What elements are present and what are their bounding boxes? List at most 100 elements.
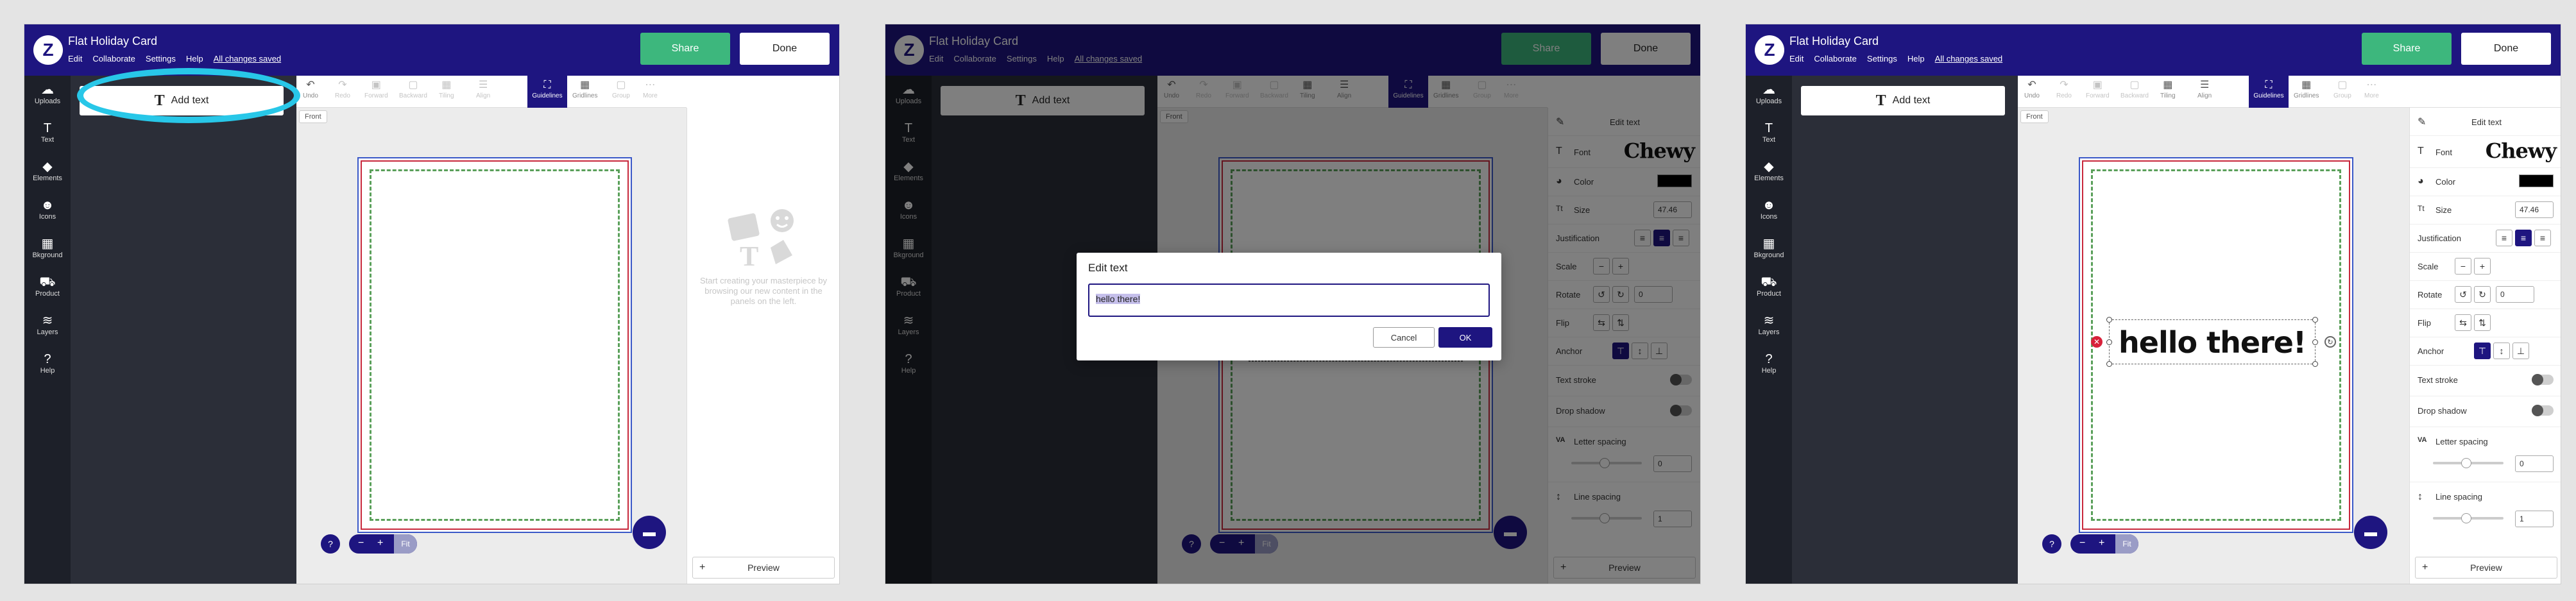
card-page[interactable]: hello there! ✕ ↻ [2082,160,2350,530]
front-tab[interactable]: Front [2020,110,2049,123]
rail-layers[interactable]: ≋Layers [24,313,71,336]
ok-button[interactable]: OK [1438,327,1492,348]
line-spacing-input[interactable]: 1 [2515,511,2554,527]
zoom-fit-button[interactable]: Fit [394,534,417,554]
rail-layers[interactable]: ≋Layers [1746,313,1792,336]
menu-settings[interactable]: Settings [146,54,176,63]
anchor-top-icon[interactable]: ⊤ [2474,343,2491,359]
menu-collaborate[interactable]: Collaborate [92,54,135,63]
zoom-out-button[interactable]: − [2079,538,2085,549]
group-button[interactable]: ▢ Group [2333,78,2351,99]
flip-vertical-icon[interactable]: ⇅ [2474,314,2491,331]
line-spacing-slider[interactable] [2433,513,2503,523]
zoom-in-button[interactable]: + [2099,538,2104,549]
resize-handle[interactable] [2312,361,2318,367]
tiling-button[interactable]: ▦ Tiling [2160,78,2176,99]
resize-handle[interactable] [2312,317,2318,323]
add-text-button[interactable]: T Add text [1801,86,2005,115]
backward-button[interactable]: ▢ Backward [2120,78,2149,99]
resize-handle[interactable] [2312,339,2318,345]
align-button[interactable]: ☰ Align [476,78,490,99]
rail-background[interactable]: ▦Bkground [1746,236,1792,259]
card-page[interactable] [361,160,629,530]
redo-button[interactable]: ↷ Redo [2056,78,2072,99]
font-value[interactable]: Chewy [2486,139,2557,163]
more-button[interactable]: ⋯ More [2364,78,2379,99]
justify-center-button[interactable]: ≡ [2515,230,2532,246]
letter-spacing-slider[interactable] [2433,458,2503,468]
menu-settings[interactable]: Settings [1867,54,1897,63]
edit-text-input[interactable]: hello there! [1088,284,1490,317]
gridlines-toggle[interactable]: ▦ Gridlines [572,78,597,99]
rotate-handle-icon[interactable]: ↻ [2324,336,2336,348]
resize-handle[interactable] [2106,361,2112,367]
justify-right-button[interactable]: ≡ [2534,230,2551,246]
undo-button[interactable]: ↶ Undo [2024,78,2040,99]
zoom-out-button[interactable]: − [358,538,364,549]
canvas-text[interactable]: hello there! [2110,325,2315,360]
rail-elements[interactable]: ◆Elements [1746,159,1792,182]
rail-icons[interactable]: ☻Icons [24,198,71,221]
color-swatch[interactable] [2519,174,2554,187]
chat-button[interactable]: ▬ [2354,516,2387,549]
rail-uploads[interactable]: ☁Uploads [24,82,71,105]
rail-icons[interactable]: ☻Icons [1746,198,1792,221]
rail-text[interactable]: TText [24,121,71,144]
anchor-middle-icon[interactable]: ↕ [2493,343,2510,359]
prop-font[interactable]: T Font Chewy [2410,136,2561,168]
share-button[interactable]: Share [2362,33,2452,65]
rail-elements[interactable]: ◆Elements [24,159,71,182]
menu-edit[interactable]: Edit [68,54,82,63]
letter-spacing-input[interactable]: 0 [2515,455,2554,472]
cancel-button[interactable]: Cancel [1373,327,1435,348]
rail-product[interactable]: ⛟Product [1746,275,1792,298]
rail-background[interactable]: ▦Bkground [24,236,71,259]
resize-handle[interactable] [2106,339,2112,345]
menu-collaborate[interactable]: Collaborate [1814,54,1857,63]
menu-edit[interactable]: Edit [1789,54,1804,63]
drop-shadow-toggle[interactable] [2532,405,2554,416]
preview-button[interactable]: + Preview [692,557,835,579]
rail-uploads[interactable]: ☁Uploads [1746,82,1792,105]
justify-left-button[interactable]: ≡ [2496,230,2512,246]
align-button[interactable]: ☰ Align [2197,78,2212,99]
forward-button[interactable]: ▣ Forward [2086,78,2110,99]
logo-icon[interactable]: Z [1755,35,1784,65]
forward-button[interactable]: ▣ Forward [364,78,388,99]
rail-text[interactable]: TText [1746,121,1792,144]
help-button[interactable]: ? [321,534,340,554]
logo-icon[interactable]: Z [33,35,63,65]
resize-handle[interactable] [2106,317,2112,323]
group-button[interactable]: ▢ Group [612,78,630,99]
share-button[interactable]: Share [640,33,730,65]
flip-horizontal-icon[interactable]: ⇆ [2455,314,2471,331]
menu-help[interactable]: Help [1907,54,1925,63]
done-button[interactable]: Done [2461,33,2551,65]
save-status-link[interactable]: All changes saved [1935,54,2003,63]
zoom-in-button[interactable]: + [377,538,383,549]
rotate-left-icon[interactable]: ↺ [2455,286,2471,303]
front-tab[interactable]: Front [299,110,327,123]
size-input[interactable]: 47.46 [2515,201,2554,218]
zoom-fit-button[interactable]: Fit [2115,534,2138,554]
rail-help[interactable]: ?Help [24,351,71,375]
preview-button[interactable]: + Preview [2415,557,2557,579]
scale-down-button[interactable]: − [2455,258,2471,275]
selected-text-box[interactable]: hello there! [2106,317,2318,367]
text-stroke-toggle[interactable] [2532,374,2554,385]
save-status-link[interactable]: All changes saved [214,54,282,63]
undo-button[interactable]: ↶ Undo [303,78,318,99]
rail-product[interactable]: ⛟Product [24,275,71,298]
more-button[interactable]: ⋯ More [643,78,658,99]
help-button[interactable]: ? [2042,534,2061,554]
guidelines-toggle[interactable]: ⛶ Guidelines [527,76,567,108]
rotate-right-icon[interactable]: ↻ [2474,286,2491,303]
scale-up-button[interactable]: + [2474,258,2491,275]
menu-help[interactable]: Help [186,54,203,63]
rotate-input[interactable]: 0 [2496,286,2534,303]
tiling-button[interactable]: ▦ Tiling [439,78,454,99]
prop-color[interactable]: ◕ Color [2410,168,2561,196]
anchor-bottom-icon[interactable]: ⊥ [2512,343,2529,359]
delete-element-icon[interactable]: ✕ [2091,336,2103,348]
done-button[interactable]: Done [740,33,830,65]
